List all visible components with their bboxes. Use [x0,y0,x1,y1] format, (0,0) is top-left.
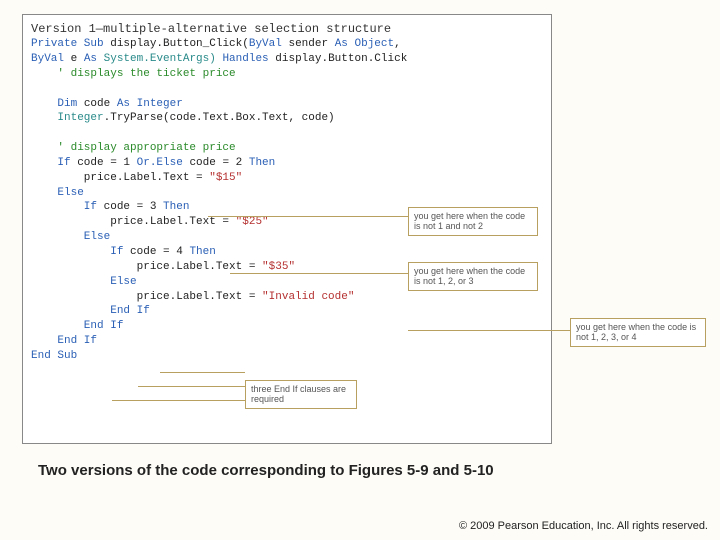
annotation-three-endif: three End If clauses are required [245,380,357,409]
code-comment: ' display appropriate price [31,141,543,156]
code-line: End If [31,334,543,349]
code-comment: ' displays the ticket price [31,67,543,82]
code-line: Else [31,186,543,201]
code-line: If code = 1 Or.Else code = 2 Then [31,156,543,171]
code-line: price.Label.Text = "Invalid code" [31,290,543,305]
code-line: ByVal e As System.EventArgs) Handles dis… [31,52,543,67]
connector-line [112,400,245,401]
connector-line [138,386,245,387]
annotation-not-1-2-3: you get here when the code is not 1, 2, … [408,262,538,291]
code-line: End If [31,319,543,334]
annotation-not-1-2-3-4: you get here when the code is not 1, 2, … [570,318,706,347]
connector-line [208,216,408,217]
version-header: Version 1—multiple-alternative selection… [31,21,543,37]
copyright-text: © 2009 Pearson Education, Inc. All right… [459,520,708,532]
code-line: Private Sub display.Button_Click(ByVal s… [31,37,543,52]
code-line: End If [31,304,543,319]
code-line: If code = 4 Then [31,245,543,260]
code-line: Integer.TryParse(code.Text.Box.Text, cod… [31,111,543,126]
annotation-not-1-2: you get here when the code is not 1 and … [408,207,538,236]
connector-line [160,372,245,373]
figure-caption: Two versions of the code corresponding t… [38,462,494,479]
code-line: End Sub [31,349,543,364]
connector-line [230,273,408,274]
code-line: Dim code As Integer [31,97,543,112]
connector-line [408,330,570,331]
code-line: price.Label.Text = "$15" [31,171,543,186]
